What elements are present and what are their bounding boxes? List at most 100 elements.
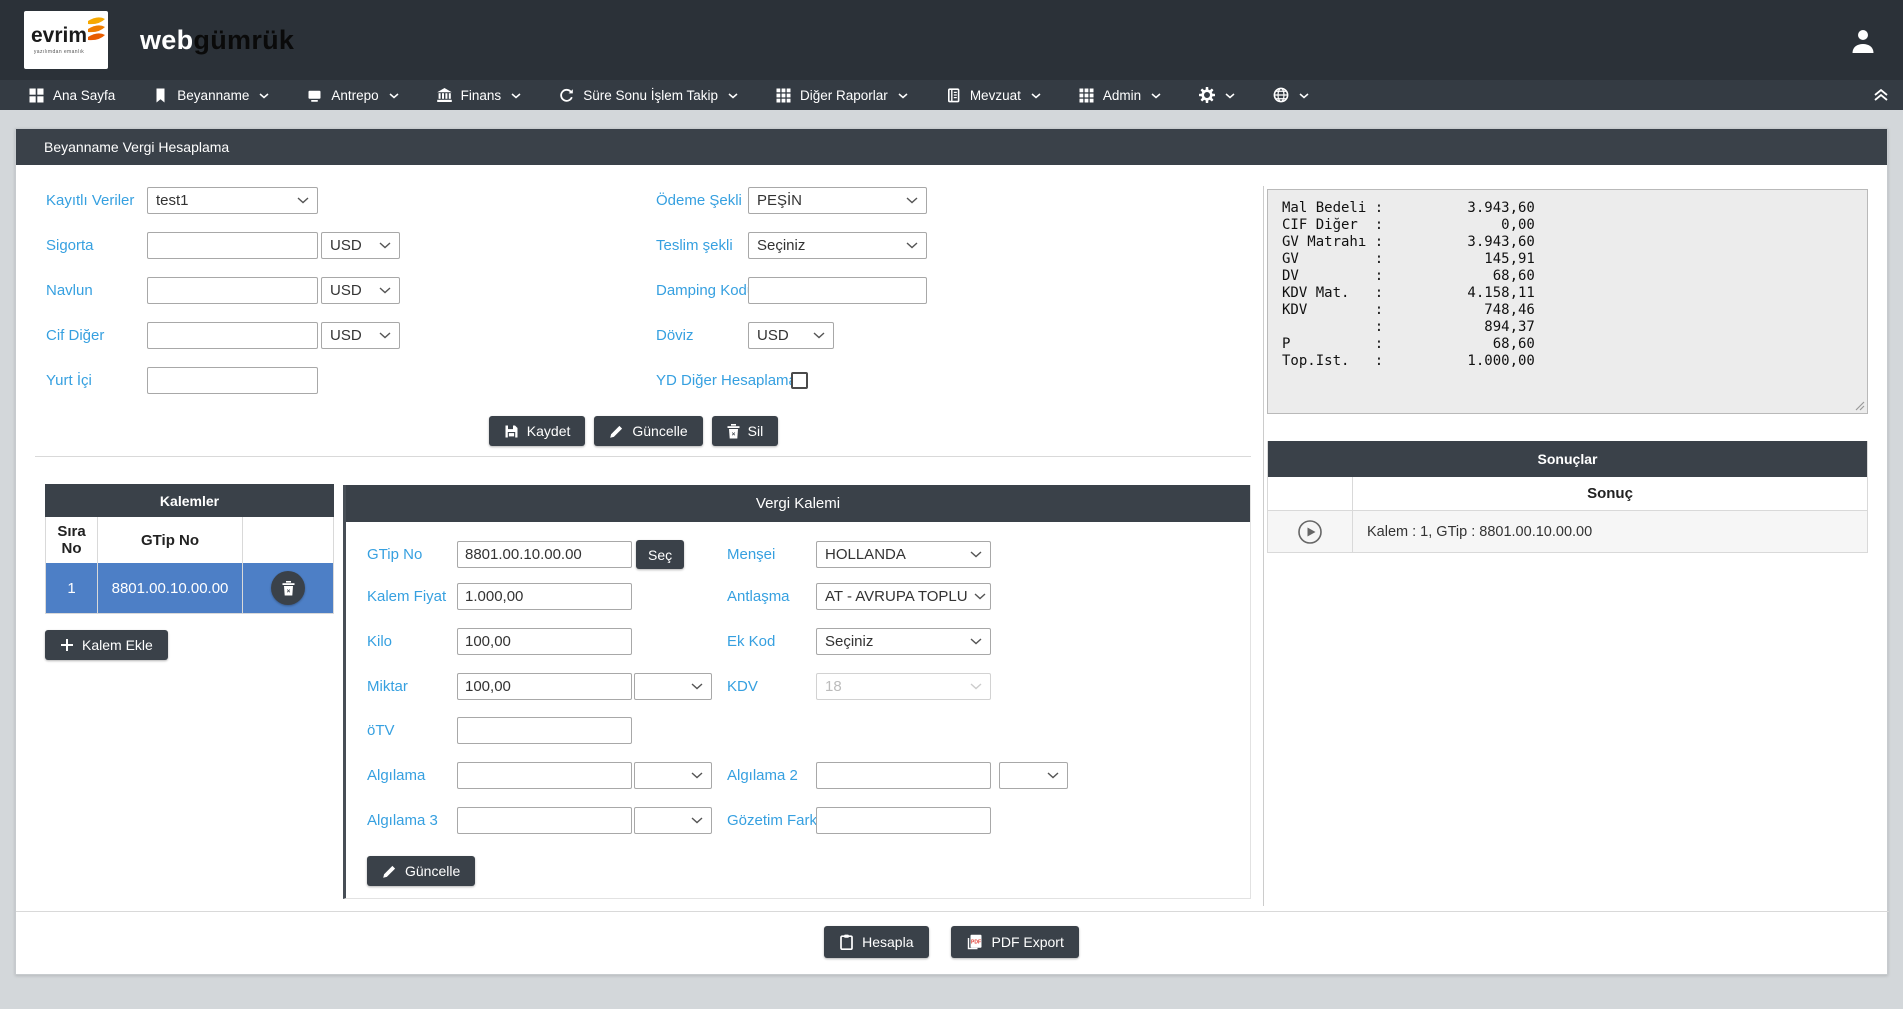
logo-brand-text: evrim <box>31 25 87 46</box>
sec-button[interactable]: Seç <box>636 540 684 569</box>
algilama2-input[interactable] <box>816 762 991 789</box>
algilama-unit-select[interactable] <box>634 762 712 789</box>
calculation-summary-textarea[interactable]: Mal Bedeli : 3.943,60 CIF Diğer : 0,00 G… <box>1267 189 1868 414</box>
bank-icon <box>437 88 452 103</box>
vergi-update-button[interactable]: Güncelle <box>367 856 475 886</box>
vergi-kalemi-title: Vergi Kalemi <box>756 495 840 512</box>
kayitli-veriler-select[interactable]: test1 <box>147 187 318 214</box>
sonuc-expander-column <box>1268 477 1353 510</box>
table-grid-icon <box>776 88 791 103</box>
kalem-fiyat-input[interactable] <box>457 583 632 610</box>
collapse-up-icon[interactable] <box>1873 88 1889 102</box>
hesapla-button[interactable]: Hesapla <box>824 926 928 958</box>
yurt-ici-label: Yurt İçi <box>46 367 92 394</box>
cif-diger-input[interactable] <box>147 322 318 349</box>
ek-kod-select[interactable]: Seçiniz <box>816 628 991 655</box>
app-title-gumruk: gümrük <box>193 25 294 55</box>
doviz-select[interactable]: USD <box>748 322 834 349</box>
chevron-down-icon <box>389 93 399 99</box>
algilama3-input[interactable] <box>457 807 632 834</box>
chevron-down-icon <box>1047 772 1059 779</box>
user-profile-icon[interactable] <box>1849 27 1877 54</box>
logo-swirl-icon <box>86 14 108 50</box>
algilama2-unit-select[interactable] <box>999 762 1068 789</box>
pdf-export-button[interactable]: PDF PDF Export <box>951 926 1079 958</box>
navlun-input[interactable] <box>147 277 318 304</box>
algilama-input[interactable] <box>457 762 632 789</box>
navlun-currency-value: USD <box>330 282 362 299</box>
miktar-unit-select[interactable] <box>634 673 712 700</box>
pdf-export-label: PDF Export <box>992 934 1064 950</box>
miktar-input[interactable] <box>457 673 632 700</box>
damping-kodu-input[interactable] <box>748 277 927 304</box>
cif-diger-currency-select[interactable]: USD <box>321 322 400 349</box>
add-kalem-button[interactable]: Kalem Ekle <box>45 630 168 660</box>
nav-label: Ana Sayfa <box>53 88 115 103</box>
divider <box>35 456 1251 457</box>
antlasma-label: Antlaşma <box>727 583 790 610</box>
bookmark-icon <box>153 88 168 103</box>
nav-label: Süre Sonu İşlem Takip <box>583 88 718 103</box>
chevron-down-icon <box>906 197 918 204</box>
app-title-web: web <box>140 25 193 55</box>
svg-text:PDF: PDF <box>971 939 981 945</box>
chevron-down-icon <box>691 817 703 824</box>
save-button-label: Kaydet <box>527 423 571 439</box>
vergi-update-label: Güncelle <box>405 863 460 879</box>
chevron-down-icon <box>970 683 982 690</box>
nav-item-language[interactable] <box>1254 80 1328 110</box>
nav-item-settings[interactable] <box>1180 80 1254 110</box>
yurt-ici-input[interactable] <box>147 367 318 394</box>
nav-item-sure-sonu-islem-takip[interactable]: Süre Sonu İşlem Takip <box>540 80 757 110</box>
gtip-no-input[interactable] <box>457 541 632 568</box>
nav-item-beyanname[interactable]: Beyanname <box>134 80 288 110</box>
mensei-value: HOLLANDA <box>825 546 906 563</box>
kilo-input[interactable] <box>457 628 632 655</box>
chevron-down-icon <box>511 93 521 99</box>
navlun-currency-select[interactable]: USD <box>321 277 400 304</box>
kalem-row[interactable]: 1 8801.00.10.00.00 × <box>46 563 333 613</box>
algilama3-unit-select[interactable] <box>634 807 712 834</box>
chevron-down-icon <box>728 93 738 99</box>
chevron-down-icon <box>379 332 391 339</box>
nav-item-admin[interactable]: Admin <box>1060 80 1180 110</box>
kdv-select: 18 <box>816 673 991 700</box>
evrim-logo[interactable]: evrim yazılımdan emanlık <box>24 11 108 69</box>
sigorta-currency-select[interactable]: USD <box>321 232 400 259</box>
chevron-down-icon <box>1299 93 1309 99</box>
globe-icon <box>1273 87 1289 103</box>
sonuclar-title: Sonuçlar <box>1538 451 1598 467</box>
nav-item-antrepo[interactable]: Antrepo <box>288 80 417 110</box>
nav-label: Admin <box>1103 88 1141 103</box>
delete-button[interactable]: × Sil <box>712 416 779 446</box>
sigorta-input[interactable] <box>147 232 318 259</box>
nav-item-finans[interactable]: Finans <box>418 80 541 110</box>
chevron-down-icon <box>970 638 982 645</box>
update-button[interactable]: Güncelle <box>594 416 702 446</box>
antlasma-select[interactable]: AT - AVRUPA TOPLU <box>816 583 991 610</box>
kalemler-header-row: Sıra No GTip No <box>46 517 333 563</box>
save-button[interactable]: Kaydet <box>489 416 586 446</box>
plus-icon <box>60 638 74 652</box>
gozetim-farki-input[interactable] <box>816 807 991 834</box>
main-card: Beyanname Vergi Hesaplama Kayıtlı Verile… <box>15 128 1888 975</box>
nav-item-diger-raporlar[interactable]: Diğer Raporlar <box>757 80 927 110</box>
chevron-down-icon <box>379 242 391 249</box>
resize-handle-icon[interactable] <box>1855 401 1865 411</box>
teslim-sekli-select[interactable]: Seçiniz <box>748 232 927 259</box>
nav-label: Beyanname <box>177 88 249 103</box>
teslim-sekli-label: Teslim şekli <box>656 232 733 259</box>
grid-icon <box>29 88 44 103</box>
odeme-sekli-select[interactable]: PEŞİN <box>748 187 927 214</box>
yd-diger-hesaplama-checkbox[interactable] <box>791 372 808 389</box>
nav-label: Finans <box>461 88 502 103</box>
otv-input[interactable] <box>457 717 632 744</box>
delete-kalem-button[interactable]: × <box>271 571 305 605</box>
chevron-down-icon <box>813 332 825 339</box>
sonuc-row-expander[interactable] <box>1268 511 1353 552</box>
summary-text: Mal Bedeli : 3.943,60 CIF Diğer : 0,00 G… <box>1282 200 1853 370</box>
mensei-select[interactable]: HOLLANDA <box>816 541 991 568</box>
sonuc-row-text: Kalem : 1, GTip : 8801.00.10.00.00 <box>1353 511 1867 552</box>
nav-item-mevzuat[interactable]: Mevzuat <box>927 80 1060 110</box>
nav-item-ana-sayfa[interactable]: Ana Sayfa <box>10 80 134 110</box>
